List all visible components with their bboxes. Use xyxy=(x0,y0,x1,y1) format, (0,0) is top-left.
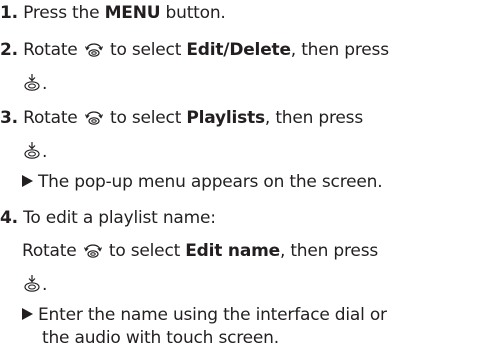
press-dial-icon xyxy=(22,141,42,164)
step-3-cont: . xyxy=(22,141,47,164)
step-number: 4. xyxy=(0,208,18,228)
triangle-right-icon xyxy=(22,308,33,320)
step-keyword: Edit name xyxy=(185,241,280,261)
step-keyword: MENU xyxy=(104,3,161,23)
step-text: . xyxy=(42,74,48,94)
step-number: 3. xyxy=(0,108,18,128)
triangle-right-icon xyxy=(22,175,33,187)
step-text: To edit a playlist name: xyxy=(23,208,216,228)
step-text: . xyxy=(42,275,48,295)
step-text: , then press xyxy=(290,40,389,60)
press-dial-icon xyxy=(22,274,42,297)
rotate-dial-icon xyxy=(83,41,105,62)
press-dial-icon xyxy=(22,73,42,96)
step-number: 2. xyxy=(0,40,18,60)
step-4-result: Enter the name using the interface dial … xyxy=(22,307,387,324)
step-text: to select xyxy=(103,241,186,261)
result-text: The pop-up menu appears on the screen. xyxy=(38,172,383,192)
result-text: the audio with touch screen. xyxy=(42,328,279,348)
step-text: Rotate xyxy=(23,108,83,128)
step-3-result: The pop-up menu appears on the screen. xyxy=(22,172,383,192)
step-1: 1. Press the MENU button. xyxy=(0,5,226,22)
step-text: Rotate xyxy=(22,241,82,261)
step-4: 4. To edit a playlist name: xyxy=(0,210,216,227)
step-text: , then press xyxy=(279,241,379,261)
rotate-dial-icon xyxy=(82,242,104,263)
rotate-dial-icon xyxy=(83,109,105,130)
step-keyword: Edit/Delete xyxy=(186,40,291,60)
step-text: button. xyxy=(160,3,226,23)
step-2: 2. Rotate to select Edit/Delete, then pr… xyxy=(0,41,389,62)
step-text: to select xyxy=(104,40,187,60)
step-3: 3. Rotate to select Playlists, then pres… xyxy=(0,109,363,130)
step-4-line2: Rotate to select Edit name, then press xyxy=(22,242,378,263)
result-text: Enter the name using the interface dial … xyxy=(38,305,387,325)
step-text: . xyxy=(42,142,48,162)
step-text: Press the xyxy=(23,3,105,23)
step-text: , then press xyxy=(264,108,363,128)
step-number: 1. xyxy=(0,3,18,23)
step-text: Rotate xyxy=(23,40,83,60)
step-4-cont: . xyxy=(22,274,47,297)
step-keyword: Playlists xyxy=(186,108,265,128)
step-4-result-cont: the audio with touch screen. xyxy=(42,330,279,347)
step-2-cont: . xyxy=(22,73,47,96)
step-text: to select xyxy=(104,108,187,128)
